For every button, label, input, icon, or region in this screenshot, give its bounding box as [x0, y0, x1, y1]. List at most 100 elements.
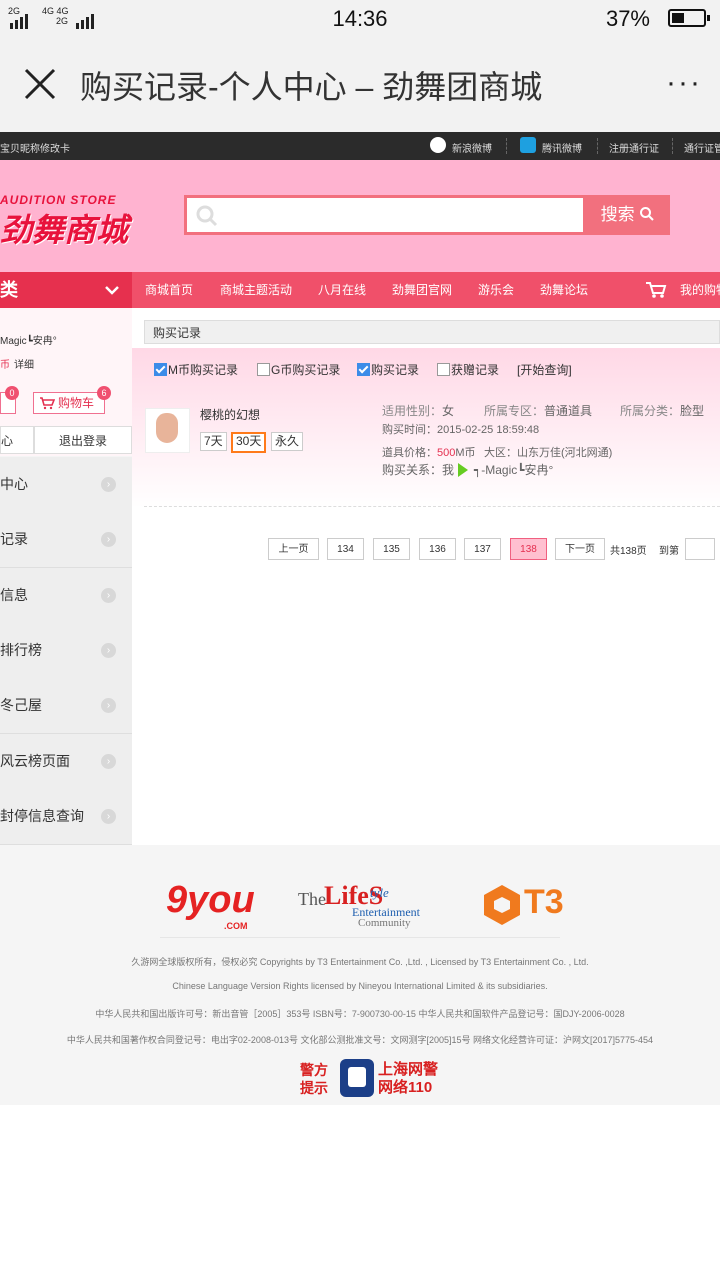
chevron-down-icon: [105, 286, 119, 295]
page-current[interactable]: 138: [510, 538, 547, 560]
checkbox-unchecked[interactable]: [257, 363, 270, 376]
goto-page-input[interactable]: [685, 538, 715, 560]
sidebar-item-center[interactable]: 中心 ›: [0, 457, 132, 513]
filter-g-coin[interactable]: G币购买记录: [257, 361, 340, 378]
pass-manage-link[interactable]: 通行证管: [684, 140, 720, 155]
region-info: 大区：山东万佳(河北网通): [484, 444, 612, 460]
nav-my-cart[interactable]: 我的购物: [680, 272, 720, 308]
gender-info: 适用性别：女: [382, 402, 454, 419]
logo-lifestyle-a: The: [298, 889, 326, 909]
page-134[interactable]: 134: [327, 538, 364, 560]
zone-value: 普通道具: [544, 404, 593, 418]
relation-buyer: 我: [442, 463, 455, 477]
cart-label: 购物车: [58, 396, 95, 410]
logout-button[interactable]: 退出登录: [34, 426, 132, 454]
region-value: 山东万佳(河北网通): [517, 447, 613, 459]
page-136[interactable]: 136: [419, 538, 456, 560]
nav-official-site[interactable]: 劲舞团官网: [392, 272, 452, 308]
sidebar-item-house[interactable]: 冬己屋 ›: [0, 678, 132, 734]
logo-t3[interactable]: T3: [484, 883, 574, 927]
duration-30d[interactable]: 30天: [231, 432, 267, 453]
site-logo[interactable]: 劲舞商城: [0, 205, 128, 251]
filter-purchase[interactable]: 购买记录: [357, 361, 419, 378]
page-135[interactable]: 135: [373, 538, 410, 560]
sidebar-item-info[interactable]: 信息 ›: [0, 568, 132, 624]
prev-page-button[interactable]: 上一页: [268, 538, 319, 560]
nav-august-online[interactable]: 八月在线: [318, 272, 366, 308]
search-button[interactable]: 搜索: [586, 195, 670, 235]
chevron-right-icon: ›: [101, 754, 116, 769]
duration-permanent[interactable]: 永久: [271, 432, 304, 451]
sidebar-item-ban-query[interactable]: 封停信息查询 ›: [0, 789, 132, 845]
zone-info: 所属专区：普通道具: [484, 402, 592, 419]
close-icon[interactable]: [22, 66, 58, 102]
nickname-card-link[interactable]: 宝贝昵称修改卡: [0, 140, 70, 155]
sidebar-item-label: 中心: [0, 476, 28, 492]
police-right-text: 上海网警 网络110: [378, 1061, 438, 1097]
sidebar-item-leaderboard[interactable]: 风云榜页面 ›: [0, 734, 132, 790]
registration-line: 中华人民共和国著作权合同登记号：电出字02-2008-013号 文化部公测批准文…: [66, 1035, 654, 1045]
filter-gift[interactable]: 获赠记录: [437, 361, 499, 378]
police-r2: 网络110: [378, 1079, 433, 1096]
police-notice[interactable]: 警方 提示 上海网警 网络110: [300, 1059, 450, 1101]
purchase-relation: 购买关系：我 ┑-Magic┗安冉°: [382, 461, 553, 478]
search-icon: [196, 205, 218, 227]
checkbox-unchecked[interactable]: [437, 363, 450, 376]
page-137[interactable]: 137: [464, 538, 501, 560]
chevron-right-icon: ›: [101, 588, 116, 603]
logo-9you-text: 9you: [166, 879, 255, 921]
sidebar-item-label: 排行榜: [0, 642, 42, 658]
chevron-right-icon: ›: [101, 698, 116, 713]
footer-divider: [160, 937, 560, 938]
logo-9you[interactable]: 9you .COM: [166, 879, 255, 931]
logo-9you-sub: .COM: [224, 921, 248, 931]
sidebar-item-label: 冬己屋: [0, 697, 42, 713]
start-query-link[interactable]: [开始查询]: [517, 361, 572, 378]
tencent-weibo-link[interactable]: 腾讯微博: [542, 140, 582, 155]
price-label: 道具价格：: [382, 447, 437, 459]
top-link-bar: 宝贝昵称修改卡 新浪微博 腾讯微博 注册通行证 通行证管: [0, 132, 720, 160]
more-menu-icon[interactable]: ···: [666, 66, 702, 100]
goto-label: 到第: [659, 546, 679, 557]
gender-value: 女: [442, 404, 455, 418]
item-thumbnail[interactable]: [145, 408, 190, 453]
t3-hex-icon: [484, 885, 520, 925]
sidebar-item-label: 风云榜页面: [0, 753, 70, 769]
price-info: 道具价格：500M币: [382, 444, 476, 460]
relation-label: 购买关系：: [382, 463, 443, 477]
nav-forum[interactable]: 劲舞论坛: [540, 272, 588, 308]
coin-badge: 0: [5, 386, 19, 400]
detail-link[interactable]: 详细: [14, 356, 34, 371]
battery-icon: [668, 9, 710, 27]
logo-lifestyle[interactable]: The LifeS tyle Entertainment Community: [298, 881, 443, 929]
divider: [144, 506, 720, 507]
filter-m-coin[interactable]: M币购买记录: [154, 361, 238, 378]
sidebar: Magic┗安冉° 币 详细 0 购物车 6 心 退出登录 中心 › 记录 › 信息…: [0, 308, 132, 845]
battery-percent: 37%: [605, 6, 650, 31]
nav-fun-club[interactable]: 游乐会: [478, 272, 514, 308]
weibo-icon: [430, 137, 446, 153]
category-menu[interactable]: 类: [0, 272, 132, 308]
weibo-link[interactable]: 新浪微博: [452, 140, 492, 155]
cart-button[interactable]: 购物车: [33, 392, 105, 414]
user-center-button[interactable]: 心: [0, 426, 34, 454]
duration-7d[interactable]: 7天: [200, 432, 227, 451]
purchase-time: 购买时间：2015-02-25 18:59:48: [382, 421, 539, 437]
sidebar-item-ranking[interactable]: 排行榜 ›: [0, 623, 132, 679]
item-name[interactable]: 樱桃的幻想: [200, 406, 260, 423]
category-value: 脸型: [680, 404, 705, 418]
search-button-label: 搜索: [600, 205, 635, 224]
checkbox-checked[interactable]: [357, 363, 370, 376]
next-page-button[interactable]: 下一页: [555, 538, 605, 560]
main-nav: 类 商城首页 商城主题活动 八月在线 劲舞团官网 游乐会 劲舞论坛 我的购物: [0, 272, 720, 308]
search-input[interactable]: [184, 195, 586, 235]
nav-theme-activity[interactable]: 商城主题活动: [220, 272, 292, 308]
chevron-right-icon: ›: [101, 643, 116, 658]
time-value: 2015-02-25 18:59:48: [437, 424, 540, 436]
footer: 9you .COM The LifeS tyle Entertainment Co…: [0, 845, 720, 1105]
checkbox-checked[interactable]: [154, 363, 167, 376]
nav-home[interactable]: 商城首页: [145, 272, 193, 308]
register-link[interactable]: 注册通行证: [609, 140, 659, 155]
cart-icon[interactable]: [645, 281, 667, 299]
sidebar-item-records[interactable]: 记录 ›: [0, 512, 132, 568]
